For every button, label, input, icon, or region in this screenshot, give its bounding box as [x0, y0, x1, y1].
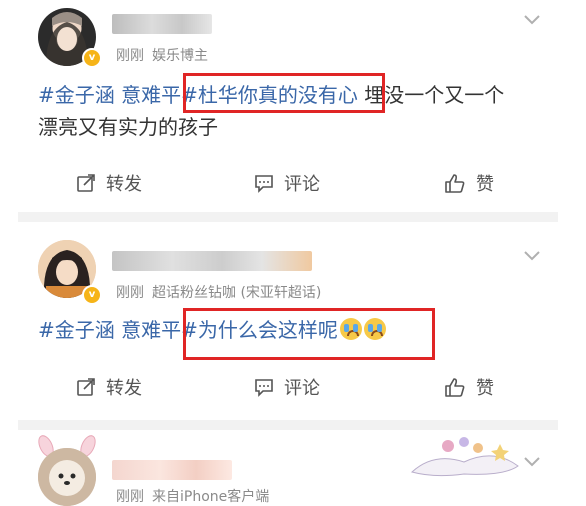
like-label: 赞	[476, 378, 494, 399]
repost-label: 转发	[106, 378, 142, 399]
highlight-box	[183, 308, 435, 360]
repost-label: 转发	[106, 174, 142, 195]
verified-badge-icon: v	[82, 48, 102, 68]
highlight-box	[183, 73, 385, 113]
post-time: 刚刚	[116, 489, 144, 505]
post-divider	[18, 420, 558, 430]
thumbs-up-icon	[445, 174, 465, 193]
post-source: 娱乐博主	[152, 48, 208, 64]
post-source: 超话粉丝钻咖 (宋亚轩超话)	[152, 285, 322, 301]
card-decoration-sticker	[410, 437, 519, 477]
post-1: v 刚刚 娱乐博主 #金子涵 意难平#杜华你真的没有心 埋没一个又一个 漂亮又有实…	[0, 0, 586, 210]
repost-button[interactable]: 转发	[76, 165, 142, 201]
chevron-down-icon[interactable]	[523, 456, 541, 468]
repost-icon	[77, 378, 95, 396]
verified-badge-icon: v	[82, 285, 102, 305]
comment-label: 评论	[284, 378, 320, 399]
username-blurred[interactable]	[112, 251, 312, 271]
post-text-line2: 漂亮又有实力的孩子	[38, 115, 218, 139]
avatar[interactable]	[38, 448, 96, 506]
post-divider	[18, 212, 558, 222]
username-blurred[interactable]	[112, 14, 212, 34]
action-bar: 转发 评论 赞	[0, 369, 586, 405]
username-blurred[interactable]	[112, 460, 232, 480]
hashtag-link[interactable]: #金子涵 意难平	[38, 83, 181, 107]
comment-button[interactable]: 评论	[254, 369, 320, 405]
repost-button[interactable]: 转发	[76, 369, 142, 405]
avatar-image	[38, 448, 96, 506]
comment-icon	[255, 175, 273, 193]
chevron-down-icon[interactable]	[523, 14, 541, 26]
post-2: v 刚刚 超话粉丝钻咖 (宋亚轩超话) #金子涵 意难平#为什么会这样呢 转发 评…	[0, 222, 586, 420]
post-3: 刚刚 来自iPhone客户端	[0, 430, 586, 506]
comment-label: 评论	[284, 174, 320, 195]
thumbs-up-icon	[445, 378, 465, 397]
action-bar: 转发 评论 赞	[0, 165, 586, 201]
comment-icon	[255, 379, 273, 397]
like-button[interactable]: 赞	[444, 165, 494, 201]
hashtag-link[interactable]: #金子涵 意难平	[38, 318, 181, 342]
post-time: 刚刚	[116, 48, 144, 64]
repost-icon	[77, 174, 95, 192]
chevron-down-icon[interactable]	[523, 250, 541, 262]
post-meta: 刚刚 来自iPhone客户端	[116, 486, 269, 506]
post-time: 刚刚	[116, 285, 144, 301]
post-source: 来自iPhone客户端	[152, 489, 270, 505]
like-button[interactable]: 赞	[444, 369, 494, 405]
comment-button[interactable]: 评论	[254, 165, 320, 201]
like-label: 赞	[476, 174, 494, 195]
post-meta: 刚刚 娱乐博主	[116, 45, 208, 65]
post-text-rest: 埋没一个又一个	[364, 83, 505, 107]
post-meta: 刚刚 超话粉丝钻咖 (宋亚轩超话)	[116, 282, 321, 302]
